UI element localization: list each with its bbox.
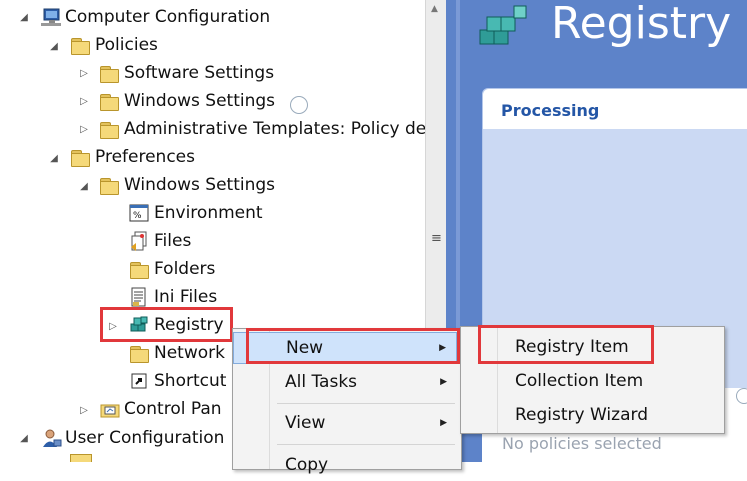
submenu-arrow-icon: ▶ (440, 377, 447, 387)
submenu-item-collection-item[interactable]: Collection Item (461, 365, 720, 397)
expand-arrow-icon[interactable]: ◢ (78, 180, 90, 192)
tree-node-label: Preferences (95, 147, 195, 167)
tree-node-computer-configuration[interactable]: Computer Configuration (40, 4, 270, 30)
registry-highlight-box (100, 307, 233, 342)
scroll-up-icon[interactable]: ▲ (431, 4, 438, 14)
tree-node-label: User Configuration (65, 428, 225, 448)
submenu-item-registry-wizard[interactable]: Registry Wizard (461, 399, 720, 431)
tree-node-label: Windows Settings (124, 175, 276, 195)
tree-node-pref-windows-settings[interactable]: Windows Settings (99, 172, 275, 198)
tree-node-label: Administrative Templates: Policy de (124, 119, 425, 139)
svg-text:%: % (133, 211, 142, 221)
files-icon (129, 231, 149, 251)
menu-item-label: Copy (285, 455, 329, 475)
tree-node-label: Files (154, 231, 192, 251)
tree-node-label: Software Settings (124, 63, 275, 83)
folder-icon (99, 91, 119, 111)
folders-icon (129, 259, 149, 279)
menu-item-view[interactable]: View ▶ (233, 407, 457, 439)
expand-arrow-icon[interactable]: ◢ (18, 432, 30, 444)
new-highlight-box (246, 328, 460, 364)
scroll-grip-icon[interactable]: ≡ (431, 231, 442, 246)
environment-icon: % (129, 203, 149, 223)
tree-node-folders[interactable]: Folders (129, 256, 215, 282)
submenu-arrow-icon: ▶ (440, 418, 447, 428)
collapse-icon[interactable] (736, 388, 747, 404)
collapsed-arrow-icon[interactable]: ▷ (78, 67, 90, 79)
tree-node-shortcut[interactable]: Shortcut (129, 368, 226, 394)
tree-node-label: Folders (154, 259, 216, 279)
tree-node-windows-settings[interactable]: Windows Settings (99, 88, 275, 114)
folder-icon (99, 119, 119, 139)
expand-arrow-icon[interactable]: ◢ (48, 152, 60, 164)
tree-node-label: Ini Files (154, 287, 218, 307)
tree-node-user-configuration[interactable]: User Configuration (40, 425, 224, 451)
tree-node-label: Environment (154, 203, 263, 223)
user-icon (40, 428, 62, 448)
folder-icon (99, 175, 119, 195)
tree-node-label: Computer Configuration (65, 7, 271, 27)
folder-icon (70, 35, 90, 55)
menu-item-copy[interactable]: Copy (233, 449, 457, 481)
tree-node-label: Control Pan (124, 399, 222, 419)
tree-node-control-panel[interactable]: Control Pan (99, 396, 222, 422)
expand-arrow-icon[interactable]: ◢ (18, 11, 30, 23)
expand-arrow-icon[interactable]: ◢ (48, 40, 60, 52)
registry-item-highlight-box (478, 325, 654, 364)
processing-header: Processing (483, 89, 747, 129)
no-policies-text: No policies selected (502, 434, 662, 453)
menu-item-label: All Tasks (285, 372, 358, 392)
details-title: Registry (551, 0, 732, 49)
network-icon (129, 343, 149, 363)
menu-separator (277, 403, 455, 404)
tree-node-label: Policies (95, 35, 158, 55)
folder-icon (70, 454, 92, 462)
menu-item-label: Collection Item (515, 371, 644, 391)
tree-node-label: Shortcut (154, 371, 227, 391)
tree-node-network[interactable]: Network (129, 340, 225, 366)
collapsed-arrow-icon[interactable]: ▷ (78, 95, 90, 107)
tree-node-label: Windows Settings (124, 91, 276, 111)
menu-item-label: Registry Wizard (515, 405, 648, 425)
tree-node-software-settings[interactable]: Software Settings (99, 60, 274, 86)
ini-file-icon (129, 287, 149, 307)
collapse-icon[interactable] (290, 96, 308, 114)
tree-node-policies[interactable]: Policies (70, 32, 158, 58)
computer-icon (40, 7, 61, 27)
menu-separator (277, 444, 455, 445)
control-panel-icon (99, 399, 120, 419)
folder-icon (70, 147, 90, 167)
menu-item-all-tasks[interactable]: All Tasks ▶ (233, 366, 457, 398)
processing-label: Processing (501, 101, 600, 120)
tree-node-environment[interactable]: % Environment (129, 200, 263, 226)
folder-icon (99, 63, 119, 83)
registry-large-icon (478, 4, 538, 52)
tree-node-files[interactable]: Files (129, 228, 191, 254)
menu-item-label: View (285, 413, 326, 433)
tree-node-administrative-templates[interactable]: Administrative Templates: Policy de (99, 116, 425, 142)
tree-node-label: Network (154, 343, 225, 363)
collapsed-arrow-icon[interactable]: ▷ (78, 404, 90, 416)
tree-node-preferences[interactable]: Preferences (70, 144, 195, 170)
collapsed-arrow-icon[interactable]: ▷ (78, 123, 90, 135)
shortcut-icon (129, 371, 149, 391)
